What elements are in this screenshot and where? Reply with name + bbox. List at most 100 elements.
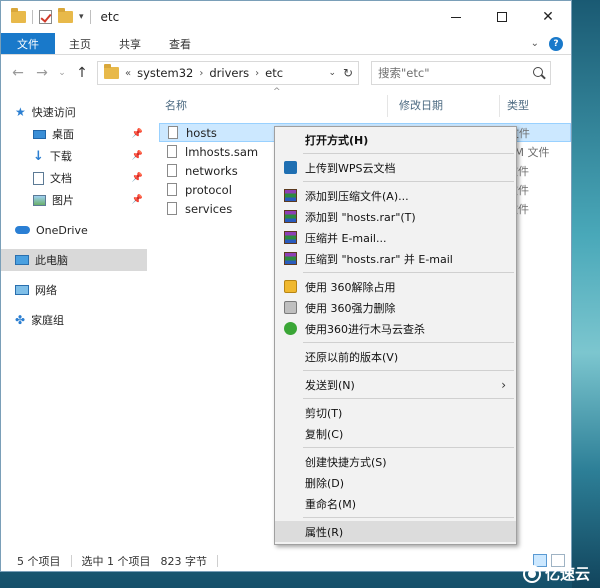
tab-home[interactable]: 主页 <box>55 33 105 54</box>
menu-item-label: 添加到压缩文件(A)... <box>305 189 409 203</box>
up-arrow-icon[interactable]: ↑ <box>73 65 91 81</box>
address-dropdown-chevron-icon[interactable]: ⌄ <box>328 68 336 78</box>
menu-item-cut[interactable]: 剪切(T) <box>275 402 516 423</box>
sidebar-item-pictures[interactable]: 图片 📌 <box>1 189 147 211</box>
sidebar-item-downloads[interactable]: ↓ 下载 📌 <box>1 145 147 167</box>
file-icon <box>167 145 177 158</box>
breadcrumb-overflow[interactable]: « <box>125 68 131 79</box>
column-divider[interactable] <box>387 95 388 117</box>
pin-icon[interactable]: 📌 <box>132 195 143 205</box>
minimize-icon <box>451 16 461 18</box>
column-divider[interactable] <box>499 95 500 117</box>
menu-item-upload-wps[interactable]: 上传到WPS云文档 <box>275 157 516 178</box>
menu-item-360-trojan-scan[interactable]: 使用360进行木马云查杀 <box>275 318 516 339</box>
pin-icon[interactable]: 📌 <box>132 151 143 161</box>
sidebar-item-homegroup[interactable]: ✤ 家庭组 <box>1 309 147 331</box>
tab-share[interactable]: 共享 <box>105 33 155 54</box>
menu-item-copy[interactable]: 复制(C) <box>275 423 516 444</box>
breadcrumb-separator-icon[interactable]: › <box>255 68 259 79</box>
column-header-name[interactable]: 名称 <box>165 97 187 113</box>
sidebar-item-label: 此电脑 <box>35 254 68 267</box>
title-bar: ▾ etc ✕ <box>1 1 571 33</box>
sidebar-item-label: 家庭组 <box>31 314 65 327</box>
forward-arrow-icon[interactable]: → <box>33 65 51 81</box>
menu-separator <box>303 181 514 182</box>
navigation-pane: ★ 快速访问 桌面 📌 ↓ 下载 📌 文档 📌 图片 📌 OneDrive 此电… <box>1 91 147 551</box>
sidebar-item-quick-access[interactable]: ★ 快速访问 <box>1 101 147 123</box>
menu-item-rename[interactable]: 重命名(M) <box>275 493 516 514</box>
sidebar-item-desktop[interactable]: 桌面 📌 <box>1 123 147 145</box>
new-folder-icon[interactable] <box>58 8 73 23</box>
sidebar-item-this-pc[interactable]: 此电脑 <box>1 249 147 271</box>
menu-item-create-shortcut[interactable]: 创建快捷方式(S) <box>275 451 516 472</box>
toolbar-divider <box>89 10 91 24</box>
expand-ribbon-chevron-icon[interactable]: ⌄ <box>531 38 539 49</box>
sidebar-item-label: 文档 <box>50 172 72 185</box>
breadcrumb-etc[interactable]: etc <box>265 66 283 80</box>
window-title: etc <box>100 10 120 24</box>
menu-item-360-force-delete[interactable]: 使用 360强力删除 <box>275 297 516 318</box>
documents-icon <box>33 171 44 185</box>
breadcrumb-system32[interactable]: system32 <box>137 66 193 80</box>
menu-item-delete[interactable]: 删除(D) <box>275 472 516 493</box>
minimize-button[interactable] <box>433 1 479 33</box>
menu-separator <box>303 517 514 518</box>
sort-ascending-icon: ^ <box>273 87 281 97</box>
sidebar-item-documents[interactable]: 文档 📌 <box>1 167 147 189</box>
360-unlock-icon <box>284 280 297 293</box>
address-bar[interactable]: « system32 › drivers › etc ⌄ ↻ <box>97 61 359 85</box>
menu-item-360-unlock[interactable]: 使用 360解除占用 <box>275 276 516 297</box>
breadcrumb-drivers[interactable]: drivers <box>209 66 249 80</box>
sidebar-item-label: OneDrive <box>36 223 88 237</box>
desktop-background <box>572 0 600 588</box>
sidebar-item-onedrive[interactable]: OneDrive <box>1 219 147 241</box>
menu-item-send-to[interactable]: 发送到(N) › <box>275 374 516 395</box>
column-header-date[interactable]: 修改日期 <box>399 97 443 113</box>
menu-item-compress-email[interactable]: 压缩并 E-mail... <box>275 227 516 248</box>
menu-item-add-hosts-rar[interactable]: 添加到 "hosts.rar"(T) <box>275 206 516 227</box>
column-header-type[interactable]: 类型 <box>507 97 529 113</box>
properties-icon[interactable] <box>39 10 52 24</box>
tab-view[interactable]: 查看 <box>155 33 205 54</box>
file-name: hosts <box>186 125 217 140</box>
ribbon-tabs: 文件 主页 共享 查看 ⌄ ? <box>1 33 571 55</box>
menu-separator <box>303 153 514 154</box>
search-icon <box>533 67 543 77</box>
tab-file[interactable]: 文件 <box>1 33 55 54</box>
close-button[interactable]: ✕ <box>525 1 571 33</box>
maximize-button[interactable] <box>479 1 525 33</box>
window-controls: ✕ <box>433 1 571 33</box>
file-name: lmhosts.sam <box>185 144 259 159</box>
menu-item-compress-hosts-email[interactable]: 压缩到 "hosts.rar" 并 E-mail <box>275 248 516 269</box>
menu-item-label: 使用 360强力删除 <box>305 301 396 315</box>
help-icon[interactable]: ? <box>549 36 563 51</box>
ribbon-right-controls: ⌄ ? <box>531 33 571 54</box>
cloud-icon <box>15 226 30 234</box>
menu-separator <box>303 342 514 343</box>
back-arrow-icon[interactable]: ← <box>9 65 27 81</box>
menu-item-add-archive[interactable]: 添加到压缩文件(A)... <box>275 185 516 206</box>
homegroup-icon: ✤ <box>15 313 26 327</box>
search-input[interactable]: 搜索"etc" <box>371 61 551 85</box>
menu-separator <box>303 447 514 448</box>
pin-icon[interactable]: 📌 <box>132 173 143 183</box>
menu-item-label: 发送到(N) <box>305 378 355 392</box>
file-name: protocol <box>185 182 232 197</box>
menu-item-properties[interactable]: 属性(R) <box>275 521 516 542</box>
recent-locations-chevron-icon[interactable]: ⌄ <box>57 68 67 78</box>
menu-item-open-with[interactable]: 打开方式(H) <box>275 129 516 150</box>
star-icon: ★ <box>15 105 26 119</box>
pin-icon[interactable]: 📌 <box>132 129 143 139</box>
refresh-icon[interactable]: ↻ <box>343 66 353 80</box>
winrar-icon <box>284 189 297 202</box>
quick-access-toolbar: ▾ <box>1 8 91 24</box>
sidebar-item-network[interactable]: 网络 <box>1 279 147 301</box>
breadcrumb-separator-icon[interactable]: › <box>199 68 203 79</box>
pictures-icon <box>33 194 46 206</box>
menu-item-label: 使用360进行木马云查杀 <box>305 322 425 336</box>
customize-toolbar-chevron-icon[interactable]: ▾ <box>79 12 84 22</box>
menu-item-restore-versions[interactable]: 还原以前的版本(V) <box>275 346 516 367</box>
file-icon <box>167 183 177 196</box>
